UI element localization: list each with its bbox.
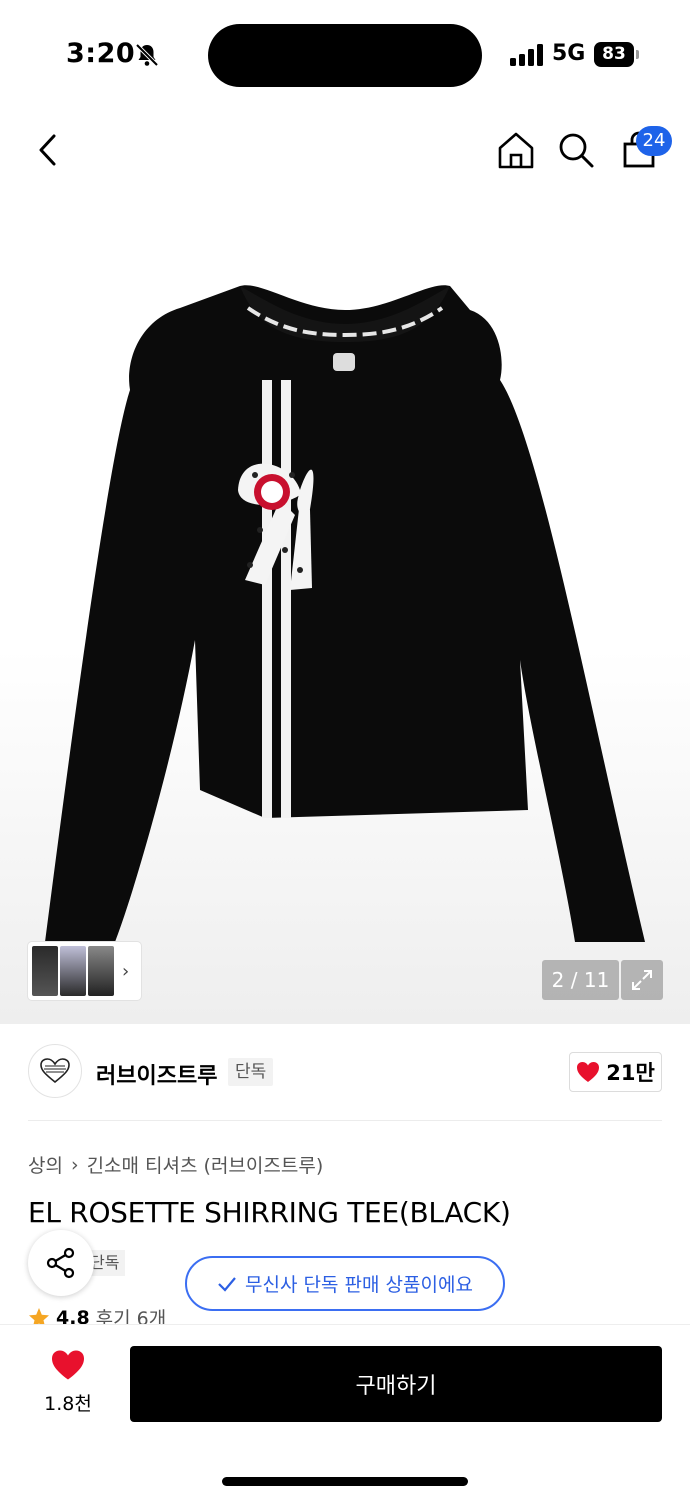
product-image-gallery[interactable]: › 2 / 11 [0, 190, 690, 1024]
product-title: EL ROSETTE SHIRRING TEE(BLACK) [28, 1196, 511, 1229]
home-icon [498, 132, 534, 169]
share-button[interactable] [28, 1230, 94, 1296]
product-photo [45, 285, 645, 942]
buy-button[interactable]: 구매하기 [130, 1346, 662, 1422]
back-button[interactable] [26, 128, 70, 172]
brand-like-count: 21만 [606, 1061, 655, 1085]
thumbnail-image[interactable] [88, 946, 114, 996]
exclusive-tag: 단독 [228, 1058, 274, 1086]
chevron-right-icon: › [122, 960, 130, 982]
divider [28, 1120, 662, 1121]
share-icon [46, 1247, 75, 1279]
wishlist-count: 1.8천 [44, 1393, 92, 1415]
check-icon [218, 1276, 236, 1292]
thumbnail-strip[interactable]: › [28, 942, 141, 1000]
brand-like-button[interactable]: 21만 [569, 1052, 662, 1092]
battery-icon: 83 [594, 42, 634, 67]
toast-text: 무신사 단독 판매 상품이에요 [245, 1274, 473, 1296]
heart-logo-icon [40, 1058, 70, 1084]
dynamic-island [208, 24, 482, 87]
breadcrumb: 상의 › 긴소매 티셔츠 (러브이즈트루) [28, 1151, 323, 1178]
battery-tip [636, 50, 639, 59]
cart-count-badge: 24 [636, 126, 672, 156]
chevron-left-icon [39, 134, 56, 166]
wishlist-button[interactable]: 1.8천 [30, 1349, 106, 1416]
signal-icon [510, 44, 544, 66]
thumbnail-image[interactable] [32, 946, 58, 996]
chevron-right-icon: › [70, 1153, 79, 1176]
status-time: 3:20 [66, 38, 136, 69]
bell-muted-icon [135, 43, 159, 67]
brand-logo[interactable] [28, 1044, 82, 1098]
heart-icon [52, 1350, 84, 1380]
heart-icon [577, 1062, 600, 1082]
network-label: 5G [552, 41, 586, 66]
thumbnail-image[interactable] [60, 946, 86, 996]
breadcrumb-subcategory[interactable]: 긴소매 티셔츠 (러브이즈트루) [87, 1151, 324, 1178]
expand-icon [632, 970, 652, 990]
brand-name[interactable]: 러브이즈트루 [96, 1058, 217, 1090]
breadcrumb-category[interactable]: 상의 [28, 1151, 63, 1178]
home-indicator [222, 1477, 468, 1486]
image-counter: 2 / 11 [542, 960, 619, 1000]
search-button[interactable] [554, 128, 598, 172]
search-icon [559, 133, 594, 168]
home-button[interactable] [494, 128, 538, 172]
expand-button[interactable] [621, 960, 663, 1000]
status-bar: 3:20 5G 83 [0, 0, 690, 110]
bottom-action-bar: 1.8천 구매하기 [0, 1324, 690, 1500]
exclusive-toast: 무신사 단독 판매 상품이에요 [185, 1256, 505, 1311]
